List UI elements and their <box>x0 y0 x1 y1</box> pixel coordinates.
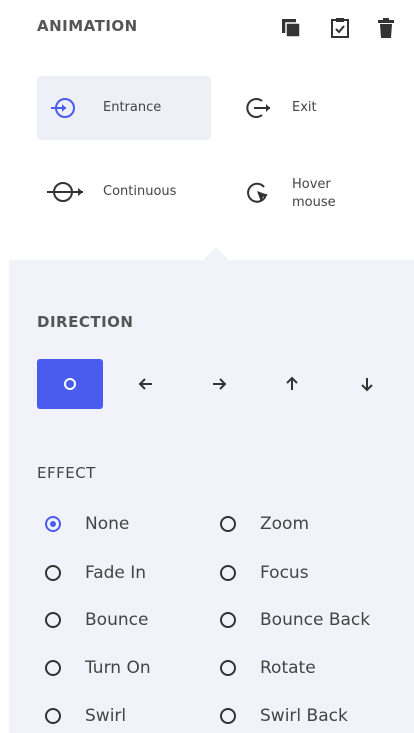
effect-label: Focus <box>260 563 309 583</box>
trigger-exit[interactable]: Exit <box>232 76 402 140</box>
trigger-continuous[interactable]: Continuous <box>37 160 211 224</box>
trigger-entrance[interactable]: Entrance <box>37 76 211 140</box>
trigger-hover-mouse[interactable]: Hover mouse <box>232 160 402 224</box>
direction-down-button[interactable] <box>334 359 400 409</box>
radio-button[interactable] <box>220 516 236 532</box>
effect-label: Bounce Back <box>260 610 371 630</box>
trigger-label: Hover mouse <box>292 177 336 210</box>
direction-up-button[interactable] <box>259 359 325 409</box>
direction-left-button[interactable] <box>113 359 179 409</box>
radio-button[interactable] <box>45 708 61 724</box>
paste-icon[interactable] <box>328 16 352 40</box>
radio-button[interactable] <box>220 660 236 676</box>
effect-option-turn-on[interactable]: Turn On <box>45 655 151 681</box>
effect-title: EFFECT <box>37 464 96 482</box>
entrance-icon <box>47 94 79 122</box>
direction-title: DIRECTION <box>37 313 134 331</box>
radio-button[interactable] <box>45 660 61 676</box>
effect-option-bounce-back[interactable]: Bounce Back <box>220 607 380 633</box>
arrow-down-icon <box>361 378 373 392</box>
effect-label: Fade In <box>85 563 147 583</box>
effect-label: Zoom <box>260 514 310 534</box>
panel-title: ANIMATION <box>37 17 138 35</box>
radio-button[interactable] <box>220 565 236 581</box>
effect-option-swirl[interactable]: Swirl <box>45 703 126 729</box>
copy-icon[interactable] <box>279 16 303 40</box>
effect-label: Swirl <box>85 706 127 726</box>
effect-option-rotate[interactable]: Rotate <box>220 655 316 681</box>
effect-option-focus[interactable]: Focus <box>220 560 309 586</box>
effect-option-bounce[interactable]: Bounce <box>45 607 148 633</box>
radio-button[interactable] <box>220 612 236 628</box>
radio-button[interactable] <box>220 708 236 724</box>
panel-pointer <box>202 247 230 261</box>
effect-label: Turn On <box>85 658 151 678</box>
exit-icon <box>242 94 274 122</box>
arrow-right-icon <box>213 378 227 390</box>
hover-icon <box>242 178 274 206</box>
circle-icon <box>64 378 76 390</box>
arrow-left-icon <box>138 378 152 390</box>
trigger-label: Exit <box>292 100 317 115</box>
effect-option-fade-in[interactable]: Fade In <box>45 560 146 586</box>
effect-label: None <box>85 514 130 534</box>
radio-button[interactable] <box>45 612 61 628</box>
effect-label: Swirl Back <box>260 706 348 726</box>
trigger-label: Entrance <box>103 100 162 115</box>
radio-button[interactable] <box>45 565 61 581</box>
trash-icon[interactable] <box>374 16 398 40</box>
arrow-up-icon <box>286 376 298 390</box>
direction-right-button[interactable] <box>186 359 252 409</box>
animation-header: ANIMATION <box>0 0 414 60</box>
effect-option-zoom[interactable]: Zoom <box>220 511 309 537</box>
effect-label: Bounce <box>85 610 149 630</box>
trigger-label: Continuous <box>103 184 177 199</box>
effect-option-none[interactable]: None <box>45 511 129 537</box>
direction-none-button[interactable] <box>37 359 103 409</box>
radio-button[interactable] <box>45 516 61 532</box>
effect-label: Rotate <box>260 658 316 678</box>
effect-option-swirl-back[interactable]: Swirl Back <box>220 703 348 729</box>
continuous-icon <box>45 178 83 206</box>
